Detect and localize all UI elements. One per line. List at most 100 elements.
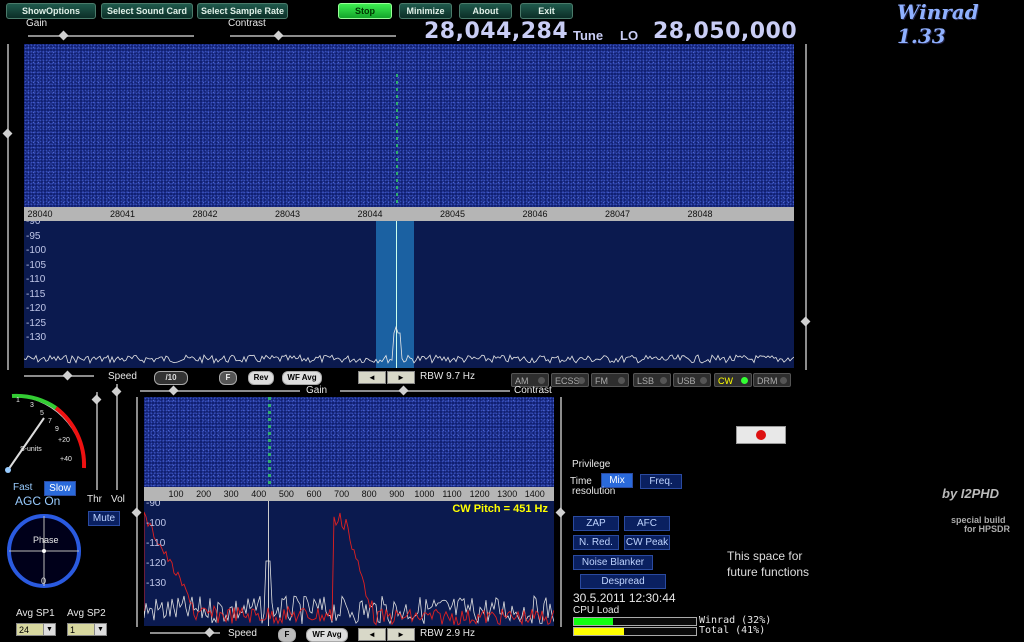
top-scale-tick: 28048: [687, 209, 713, 219]
despread-button[interactable]: Despread: [580, 574, 666, 589]
audio-vertical-slider[interactable]: [131, 397, 142, 627]
main-spectrum[interactable]: -90 -95 -100 -105 -110 -115 -120 -125 -130: [24, 221, 794, 368]
about-button[interactable]: About: [459, 3, 512, 19]
top-y-label: -120: [26, 303, 47, 314]
contrast2-label: Contrast: [514, 385, 552, 396]
mode-ecss-button[interactable]: ECSS: [551, 373, 589, 387]
bottom-scale-tick: 100: [168, 489, 184, 499]
audio-right-button[interactable]: ►: [387, 628, 415, 641]
bottom-y-label: -90: [146, 501, 161, 509]
volume-slider[interactable]: [111, 384, 122, 490]
gain-slider[interactable]: [28, 30, 194, 41]
smeter-tick-1: 1: [16, 397, 20, 404]
gain2-slider[interactable]: [140, 385, 300, 396]
smeter-tick-3: 3: [30, 402, 34, 409]
tune-frequency[interactable]: 28,044,284: [424, 19, 568, 44]
mode-led-icon: [660, 377, 667, 384]
record-button[interactable]: [736, 426, 786, 444]
show-options-button[interactable]: ShowOptions: [6, 3, 96, 19]
zap-button[interactable]: ZAP: [573, 516, 619, 531]
tune-right-button[interactable]: ►: [387, 371, 415, 384]
bottom-scale-tick: 200: [196, 489, 212, 499]
bottom-scale-tick: 1100: [442, 489, 462, 499]
main-vertical-slider[interactable]: [2, 44, 13, 370]
bottom-y-label: -110: [146, 538, 166, 549]
privilege-label: Privilege: [572, 459, 611, 470]
contrast2-slider[interactable]: [340, 385, 510, 396]
mode-usb-button[interactable]: USB: [673, 373, 711, 387]
select-sample-rate-button[interactable]: Select Sample Rate: [197, 3, 288, 19]
rbw-top-label: RBW 9.7 Hz: [420, 371, 476, 382]
mode-drm-button[interactable]: DRM: [753, 373, 791, 387]
top-scale-tick: 28046: [522, 209, 548, 219]
mode-lsb-button[interactable]: LSB: [633, 373, 671, 387]
future-text-2: future functions: [727, 565, 810, 579]
audio-filter-line: [144, 511, 554, 626]
smeter-tick-20: +20: [58, 437, 70, 444]
speed2-label: Speed: [228, 628, 257, 639]
smeter-tick-40: +40: [60, 456, 72, 463]
gain2-label: Gain: [306, 385, 328, 396]
mute-button[interactable]: Mute: [88, 511, 120, 526]
resolution-label: resolution: [572, 486, 616, 497]
contrast-slider[interactable]: [230, 30, 396, 41]
afc-button[interactable]: AFC: [624, 516, 670, 531]
contrast-label: Contrast: [228, 18, 266, 29]
audio-left-button[interactable]: ◄: [358, 628, 386, 641]
stop-button[interactable]: Stop: [338, 3, 392, 19]
bottom-y-label: -120: [146, 558, 167, 569]
audio-spectrum[interactable]: CW Pitch = 451 Hz -90 -100 -110 -120 -130: [144, 501, 554, 626]
audio-spectrum-line: [144, 560, 554, 625]
agc-on-label[interactable]: AGC On: [15, 494, 60, 508]
select-sound-card-button[interactable]: Select Sound Card: [101, 3, 193, 19]
cpu-total-bar: [573, 627, 697, 636]
rbw-bottom-label: RBW 2.9 Hz: [420, 628, 476, 639]
threshold-slider[interactable]: [91, 392, 102, 490]
bottom-scale-tick: 400: [251, 489, 267, 499]
avg-sp2-value: 1: [70, 625, 76, 635]
smeter-tick-7: 7: [48, 418, 52, 425]
audio-vertical-slider-right[interactable]: [555, 397, 566, 627]
thr-label: Thr: [87, 494, 102, 505]
mode-led-icon: [741, 377, 748, 384]
top-y-label: -100: [26, 245, 47, 256]
mode-cw-button[interactable]: CW: [714, 373, 752, 387]
tune-left-button[interactable]: ◄: [358, 371, 386, 384]
record-icon: [756, 430, 766, 440]
bottom-scale-tick: 900: [389, 489, 405, 499]
cw-pitch-label: CW Pitch = 451 Hz: [452, 503, 548, 515]
mode-label: DRM: [757, 376, 778, 386]
lo-frequency[interactable]: 28,050,000: [653, 19, 797, 44]
mode-fm-button[interactable]: FM: [591, 373, 629, 387]
main-frequency-scale: 28040 28041 28042 28043 28044 28045 28046 28047…: [24, 207, 794, 221]
speed-div-box[interactable]: /10: [154, 371, 188, 385]
gain-label: Gain: [26, 18, 48, 29]
bottom-scale-tick: 300: [223, 489, 239, 499]
mode-led-icon: [578, 377, 585, 384]
cw-peak-button[interactable]: CW Peak: [624, 535, 670, 550]
wf-avg-button[interactable]: WF Avg: [282, 371, 322, 385]
noise-reduction-button[interactable]: N. Red.: [573, 535, 619, 550]
phase-label: Phase: [33, 535, 59, 545]
avg-sp1-select[interactable]: 24 ▼: [16, 623, 56, 636]
avg-sp2-select[interactable]: 1 ▼: [67, 623, 107, 636]
audio-waterfall[interactable]: [144, 397, 554, 487]
audio-speed-slider[interactable]: [150, 627, 220, 638]
chevron-down-icon: ▼: [94, 624, 106, 635]
rev-button[interactable]: Rev: [248, 371, 274, 385]
minimize-button[interactable]: Minimize: [399, 3, 452, 19]
audio-frequency-scale: 100 200 300 400 500 600 700 800 900 1000 1100 1200 1…: [144, 487, 554, 501]
freq-button[interactable]: Freq.: [640, 474, 682, 489]
agc-fast-button[interactable]: Fast: [13, 482, 32, 493]
mode-led-icon: [700, 377, 707, 384]
exit-button[interactable]: Exit: [520, 3, 573, 19]
bottom-scale-tick: 600: [306, 489, 322, 499]
main-vertical-slider-right[interactable]: [800, 44, 811, 370]
noise-blanker-button[interactable]: Noise Blanker: [573, 555, 653, 570]
top-y-label: -90: [26, 221, 41, 227]
bottom-y-label: -100: [146, 518, 167, 529]
main-speed-slider[interactable]: [24, 370, 94, 381]
main-waterfall[interactable]: [24, 44, 794, 207]
f-button[interactable]: F: [219, 371, 237, 385]
avg-sp1-label: Avg SP1: [16, 608, 55, 619]
